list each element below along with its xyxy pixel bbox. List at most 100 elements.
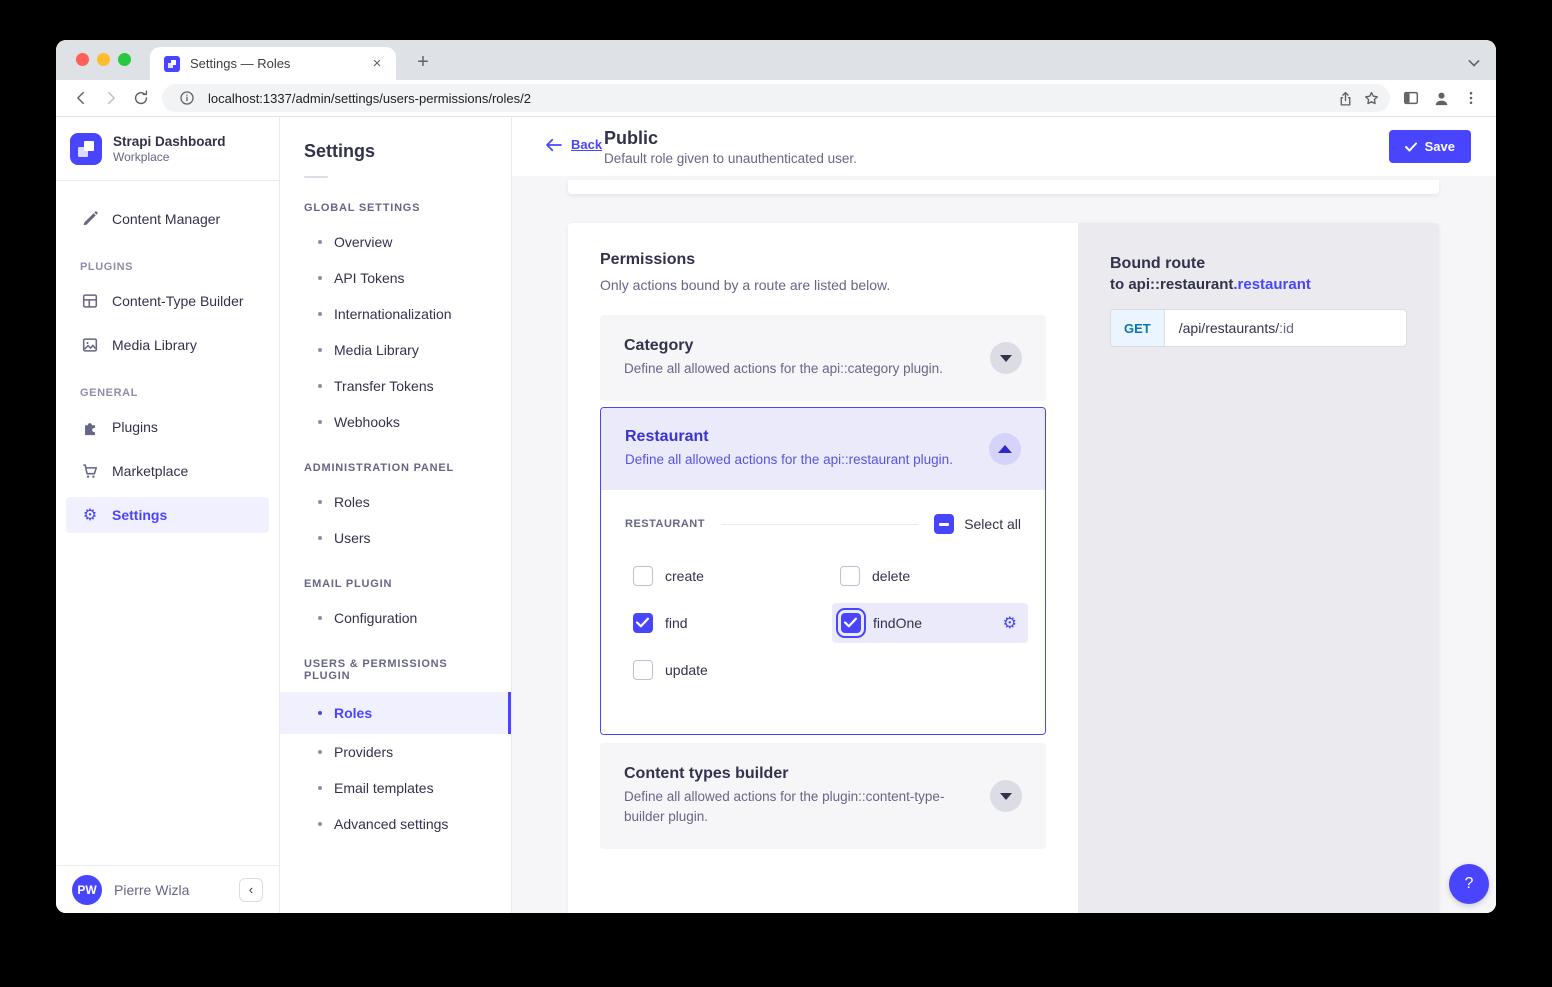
subnav-item-webhooks[interactable]: Webhooks — [280, 404, 511, 440]
role-header: Back Public Default role given to unauth… — [512, 117, 1496, 176]
pen-icon — [80, 209, 100, 229]
sidebar-section-plugins: PLUGINS — [66, 245, 269, 283]
select-all-checkbox[interactable] — [934, 514, 954, 534]
subnav-item-label: Webhooks — [334, 414, 400, 430]
tab-title: Settings — Roles — [190, 56, 368, 71]
share-icon[interactable] — [1332, 85, 1358, 111]
subnav-item-internationalization[interactable]: Internationalization — [280, 296, 511, 332]
checkbox-unchecked[interactable] — [840, 566, 860, 586]
subnav-item-label: Users — [334, 530, 371, 546]
accordion-restaurant: Restaurant Define all allowed actions fo… — [600, 407, 1046, 735]
subnav-divider — [304, 176, 328, 178]
subnav-item-media-library[interactable]: Media Library — [280, 332, 511, 368]
sidebar-item-plugins[interactable]: Plugins — [66, 409, 269, 445]
collapse-sidebar-button[interactable]: ‹ — [239, 878, 263, 902]
checkbox-unchecked[interactable] — [633, 566, 653, 586]
subnav-item-providers[interactable]: Providers — [280, 734, 511, 770]
route-path: /api/restaurants/:id — [1165, 320, 1308, 336]
address-bar[interactable]: localhost:1337/admin/settings/users-perm… — [162, 84, 1390, 112]
checkbox-unchecked[interactable] — [633, 660, 653, 680]
bound-route-prefix: to api::restaurant — [1110, 276, 1233, 293]
layout-icon — [80, 291, 100, 311]
forward-nav-icon[interactable] — [96, 83, 126, 113]
permissions-layout: Permissions Only actions bound by a rout… — [568, 223, 1439, 913]
sidebar-item-content-manager[interactable]: Content Manager — [66, 201, 269, 237]
subnav-item-email-templates[interactable]: Email templates — [280, 770, 511, 806]
reload-icon[interactable] — [126, 83, 156, 113]
action-settings-gear-icon[interactable]: ⚙ — [1003, 614, 1017, 633]
action-find[interactable]: find — [625, 603, 832, 643]
puzzle-icon — [80, 417, 100, 437]
sidebar-item-settings[interactable]: ⚙ Settings — [66, 497, 269, 533]
main-sidebar: Strapi Dashboard Workplace Content Manag… — [56, 117, 280, 913]
new-tab-button[interactable]: + — [408, 48, 438, 78]
user-profile-row: PW Pierre Wizla ‹ — [56, 865, 279, 913]
tab-close-icon[interactable]: × — [368, 55, 386, 73]
action-findone-selected-row[interactable]: findOne ⚙ — [832, 603, 1028, 643]
subnav-item-label: Overview — [334, 234, 392, 250]
bullet-icon — [318, 348, 322, 352]
sidebar-section-general: GENERAL — [66, 371, 269, 409]
sidebar-item-marketplace[interactable]: Marketplace — [66, 453, 269, 489]
side-panel-icon[interactable] — [1396, 83, 1426, 113]
check-icon — [1405, 142, 1417, 152]
bullet-icon — [318, 822, 322, 826]
bullet-icon — [318, 786, 322, 790]
accordion-category[interactable]: Category Define all allowed actions for … — [600, 315, 1046, 401]
accordion-content-types-builder[interactable]: Content types builder Define all allowed… — [600, 743, 1046, 849]
action-label: update — [665, 662, 708, 678]
subnav-item-email-configuration[interactable]: Configuration — [280, 600, 511, 636]
checkbox-checked[interactable] — [633, 613, 653, 633]
chevron-down-icon[interactable] — [990, 342, 1022, 374]
back-link[interactable]: Back — [545, 137, 602, 152]
bound-route-panel: Bound route to api::restaurant.restauran… — [1078, 223, 1439, 913]
minimize-window-button[interactable] — [97, 53, 110, 66]
subnav-item-label: API Tokens — [334, 270, 405, 286]
subnav-item-transfer-tokens[interactable]: Transfer Tokens — [280, 368, 511, 404]
subnav-item-api-tokens[interactable]: API Tokens — [280, 260, 511, 296]
subnav-item-advanced-settings[interactable]: Advanced settings — [280, 806, 511, 842]
main-content: Back Public Default role given to unauth… — [512, 117, 1496, 913]
subnav-section-users-permissions-plugin: USERS & PERMISSIONS PLUGIN — [280, 636, 511, 692]
accordion-title: Content types builder — [624, 765, 974, 783]
user-name: Pierre Wizla — [114, 882, 239, 898]
subnav-item-overview[interactable]: Overview — [280, 224, 511, 260]
subnav-item-up-roles[interactable]: Roles — [280, 692, 511, 734]
bound-route-highlight: .restaurant — [1233, 276, 1311, 293]
action-update[interactable]: update — [625, 650, 832, 690]
permissions-subtitle: Only actions bound by a route are listed… — [600, 277, 1046, 293]
action-label: delete — [872, 568, 910, 584]
group-label: RESTAURANT — [625, 518, 705, 530]
action-create[interactable]: create — [625, 556, 832, 596]
browser-menu-icon[interactable] — [1456, 83, 1486, 113]
subnav-item-admin-users[interactable]: Users — [280, 520, 511, 556]
sidebar-item-media-library[interactable]: Media Library — [66, 327, 269, 363]
chevron-up-icon[interactable] — [989, 433, 1021, 465]
tab-search-chevron-icon[interactable] — [1468, 54, 1480, 66]
action-delete[interactable]: delete — [832, 556, 1028, 596]
workspace-switcher[interactable]: Strapi Dashboard Workplace — [56, 117, 279, 181]
accordion-description: Define all allowed actions for the plugi… — [624, 787, 954, 827]
strapi-favicon-icon — [164, 56, 180, 72]
bullet-icon — [318, 711, 322, 715]
permissions-title: Permissions — [600, 251, 1046, 269]
zoom-window-button[interactable] — [118, 53, 131, 66]
site-info-icon[interactable] — [174, 85, 200, 111]
sidebar-item-content-type-builder[interactable]: Content-Type Builder — [66, 283, 269, 319]
browser-tab[interactable]: Settings — Roles × — [150, 47, 396, 80]
close-window-button[interactable] — [76, 53, 89, 66]
back-nav-icon[interactable] — [66, 83, 96, 113]
help-button[interactable]: ? — [1449, 864, 1489, 904]
subnav-item-admin-roles[interactable]: Roles — [280, 484, 511, 520]
profile-avatar-icon[interactable] — [1426, 83, 1456, 113]
save-button[interactable]: Save — [1389, 130, 1471, 163]
user-avatar[interactable]: PW — [72, 875, 102, 905]
subnav-item-label: Advanced settings — [334, 816, 448, 832]
chevron-down-icon[interactable] — [990, 780, 1022, 812]
back-label: Back — [571, 137, 602, 152]
subnav-title: Settings — [280, 141, 511, 162]
accordion-restaurant-header[interactable]: Restaurant Define all allowed actions fo… — [601, 408, 1045, 490]
bookmark-star-icon[interactable] — [1358, 85, 1384, 111]
checkbox-checked-focused[interactable] — [841, 613, 861, 633]
url-text[interactable]: localhost:1337/admin/settings/users-perm… — [208, 91, 1332, 106]
